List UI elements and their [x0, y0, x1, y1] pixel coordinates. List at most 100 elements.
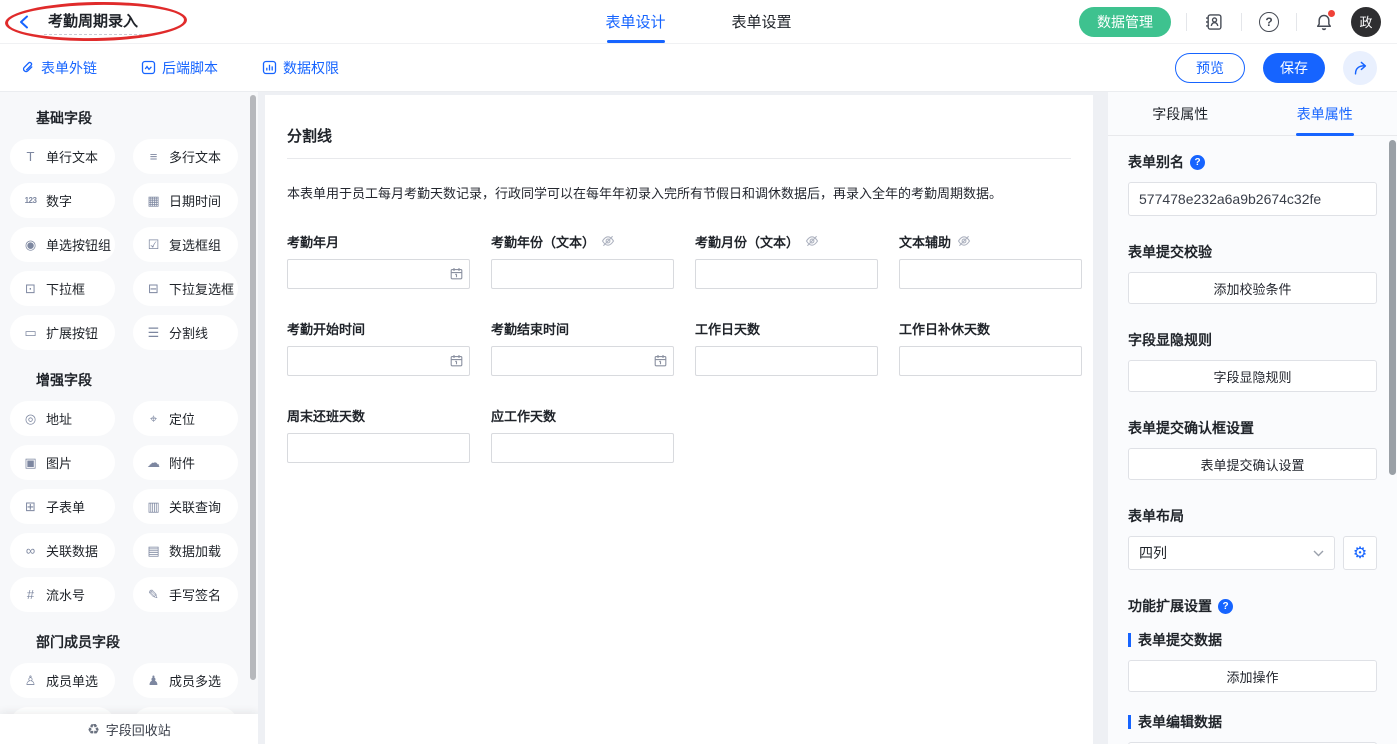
extension-help-icon[interactable]: ?	[1218, 599, 1233, 614]
panel-scrollbar[interactable]	[1389, 140, 1396, 475]
form-field[interactable]: 文本辅助	[899, 232, 1082, 289]
layout-gear-button[interactable]: ⚙	[1343, 536, 1377, 570]
select-icon: ⊡	[23, 281, 38, 297]
member-multi-icon: ♟	[146, 673, 161, 689]
sidebar-field-item[interactable]: ◉ 单选按钮组	[10, 227, 115, 262]
form-toolbar: 表单外链 后端脚本 数据权限 预览 保存	[0, 44, 1397, 92]
preview-button[interactable]: 预览	[1175, 53, 1245, 83]
field-visibility-button[interactable]: 字段显隐规则	[1128, 360, 1377, 392]
sidebar-field-item[interactable]: ⊞ 子表单	[10, 489, 115, 524]
layout-select[interactable]: 四列	[1128, 536, 1335, 570]
form-field[interactable]: 考勤开始时间	[287, 319, 470, 376]
field-label: 考勤年份（文本）	[491, 232, 595, 251]
form-field[interactable]: 工作日天数	[695, 319, 878, 376]
sidebar-field-item[interactable]: ◎ 地址	[10, 401, 115, 436]
datetime-icon: ▦	[146, 193, 161, 209]
sidebar-field-item[interactable]: ✎ 手写签名	[133, 577, 238, 612]
back-button[interactable]	[16, 13, 34, 31]
sidebar-field-item[interactable]: ≡ 多行文本	[133, 139, 238, 174]
sidebar-field-item[interactable]: T 单行文本	[10, 139, 115, 174]
sidebar-field-item[interactable]: ▥ 关联查询	[133, 489, 238, 524]
submit-confirm-button[interactable]: 表单提交确认设置	[1128, 448, 1377, 480]
field-label: 工作日天数	[695, 319, 760, 338]
alias-help-icon[interactable]: ?	[1190, 155, 1205, 170]
field-input[interactable]	[491, 433, 674, 463]
sidebar-field-item[interactable]: 123 数字	[10, 183, 115, 218]
sidebar-field-item[interactable]: ∞ 关联数据	[10, 533, 115, 568]
multi-line-text-icon: ≡	[146, 149, 161, 164]
tab-form-design[interactable]: 表单设计	[605, 0, 665, 43]
sidebar-field-item[interactable]: ▦ 日期时间	[133, 183, 238, 218]
backend-script-link[interactable]: 后端脚本	[141, 58, 218, 78]
data-manage-button[interactable]: 数据管理	[1079, 7, 1171, 37]
share-button[interactable]	[1343, 51, 1377, 85]
sidebar-field-item[interactable]: ☰ 分割线	[133, 315, 238, 350]
notification-bell-icon[interactable]	[1312, 10, 1336, 34]
sidebar-field-item[interactable]: ☑ 复选框组	[133, 227, 238, 262]
help-icon[interactable]: ?	[1257, 10, 1281, 34]
field-input[interactable]	[899, 346, 1082, 376]
linked-data-icon: ∞	[23, 543, 38, 558]
field-visibility-label: 字段显隐规则	[1128, 330, 1377, 350]
sidebar-field-item[interactable]: ⊟ 下拉复选框	[133, 271, 238, 306]
tab-form-properties[interactable]: 表单属性	[1253, 92, 1397, 135]
form-external-link[interactable]: 表单外链	[20, 58, 97, 78]
form-field[interactable]: 考勤结束时间	[491, 319, 674, 376]
field-recycle-bin[interactable]: ♻ 字段回收站	[0, 714, 258, 744]
sidebar-scrollbar[interactable]	[250, 95, 256, 680]
field-label: 考勤月份（文本）	[695, 232, 799, 251]
link-icon	[20, 60, 35, 75]
form-canvas: 分割线 本表单用于员工每月考勤天数记录，行政同学可以在每年年初录入完所有节假日和…	[258, 92, 1108, 744]
form-field[interactable]: 工作日补休天数	[899, 319, 1082, 376]
form-field[interactable]: 应工作天数	[491, 406, 674, 463]
submit-data-add-button[interactable]: 添加操作	[1128, 660, 1377, 692]
divider-field-title[interactable]: 分割线	[287, 125, 1082, 146]
field-label: 考勤开始时间	[287, 319, 365, 338]
field-input[interactable]	[695, 346, 878, 376]
form-card: 分割线 本表单用于员工每月考勤天数记录，行政同学可以在每年年初录入完所有节假日和…	[265, 95, 1093, 744]
properties-panel: 字段属性 表单属性 表单别名 ? 表单提交校验 添加校验条件 字段显隐规则 字段…	[1108, 92, 1397, 744]
sidebar-field-item[interactable]: ♙ 成员单选	[10, 663, 115, 698]
sidebar-field-item[interactable]: ☁ 附件	[133, 445, 238, 480]
notification-dot	[1328, 10, 1335, 17]
number-icon: 123	[23, 196, 38, 205]
page-title[interactable]: 考勤周期录入	[44, 8, 142, 35]
sidebar-field-item[interactable]: ▣ 图片	[10, 445, 115, 480]
sidebar-field-item[interactable]: ▭ 扩展按钮	[10, 315, 115, 350]
field-input[interactable]	[491, 346, 674, 376]
sidebar-section: 基础字段 T 单行文本 ≡ 多行文本 123 数字 ▦ 日期时间 ◉ 单选按钮组…	[10, 108, 258, 350]
sidebar-field-item[interactable]: # 流水号	[10, 577, 115, 612]
sidebar-field-item[interactable]: ▤ 数据加载	[133, 533, 238, 568]
data-permission-link[interactable]: 数据权限	[262, 58, 339, 78]
form-field[interactable]: 周末还班天数	[287, 406, 470, 463]
section-bar	[1128, 633, 1131, 647]
recycle-icon: ♻	[87, 721, 100, 738]
panel-tabs: 字段属性 表单属性	[1108, 92, 1397, 136]
form-field[interactable]: 考勤年月	[287, 232, 470, 289]
divider	[1241, 13, 1242, 31]
add-validation-button[interactable]: 添加校验条件	[1128, 272, 1377, 304]
avatar[interactable]: 政	[1351, 7, 1381, 37]
form-field[interactable]: 考勤年份（文本）	[491, 232, 674, 289]
save-button[interactable]: 保存	[1263, 53, 1325, 83]
field-input[interactable]	[287, 259, 470, 289]
section-bar	[1128, 715, 1131, 729]
field-input[interactable]	[287, 433, 470, 463]
edit-data-label: 表单编辑数据	[1128, 712, 1377, 732]
form-description[interactable]: 本表单用于员工每月考勤天数记录，行政同学可以在每年年初录入完所有节假日和调休数据…	[287, 183, 1082, 202]
sidebar-field-item[interactable]: ⊡ 下拉框	[10, 271, 115, 306]
sidebar-field-item[interactable]: ♟ 成员多选	[133, 663, 238, 698]
field-input[interactable]	[899, 259, 1082, 289]
sidebar-field-item[interactable]: ⌖ 定位	[133, 401, 238, 436]
form-alias-label: 表单别名 ?	[1128, 152, 1377, 172]
tab-field-properties[interactable]: 字段属性	[1108, 92, 1253, 135]
field-input[interactable]	[287, 346, 470, 376]
member-single-icon: ♙	[23, 673, 38, 689]
field-input[interactable]	[491, 259, 674, 289]
form-field[interactable]: 考勤月份（文本）	[695, 232, 878, 289]
field-input[interactable]	[695, 259, 878, 289]
form-alias-input[interactable]	[1128, 182, 1377, 216]
field-label: 周末还班天数	[287, 406, 365, 425]
contact-book-icon[interactable]	[1202, 10, 1226, 34]
tab-form-settings[interactable]: 表单设置	[732, 0, 792, 43]
